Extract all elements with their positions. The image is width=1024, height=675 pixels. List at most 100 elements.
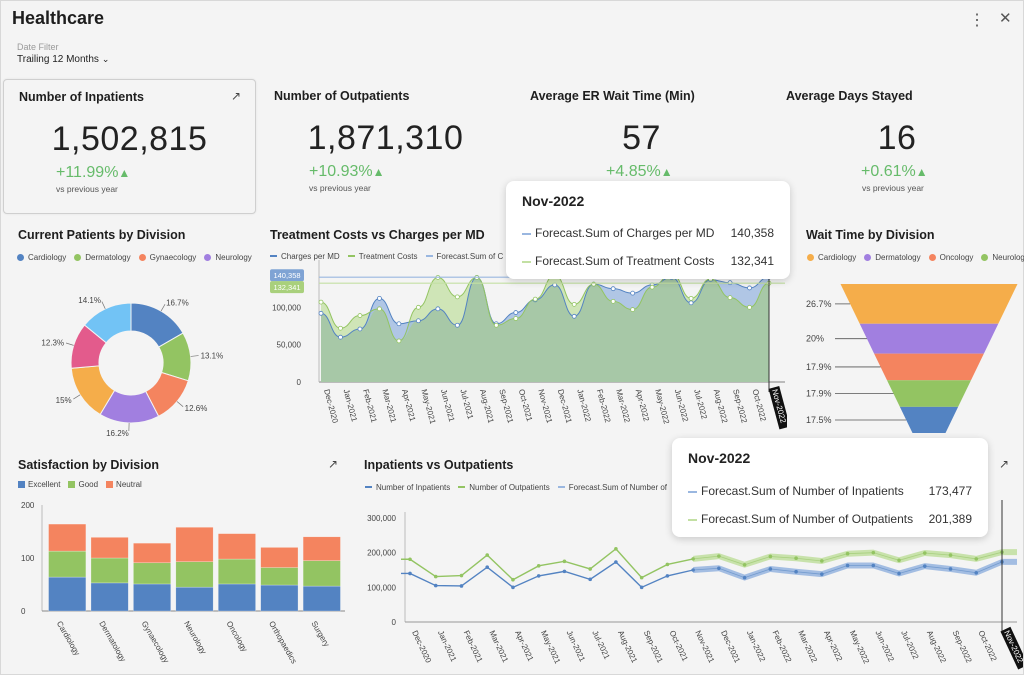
charges-point	[630, 290, 636, 296]
series-swatch	[522, 233, 531, 235]
data-point	[820, 559, 824, 563]
date-filter-dropdown[interactable]: Trailing 12 Months ⌄	[17, 54, 109, 65]
kpi-delta-value: +10.93%	[309, 163, 373, 180]
bar-segment	[90, 557, 129, 584]
kpi-title: Average ER Wait Time (Min)	[530, 89, 695, 103]
data-label: 15%	[56, 396, 72, 405]
charges-point	[688, 300, 694, 306]
funnel-segment	[887, 380, 971, 407]
x-tick-label: Apr-2022	[634, 388, 651, 423]
x-tick: Jun-2022	[873, 629, 895, 664]
x-tick: Apr-2021	[513, 629, 535, 663]
x-tick-label: Sep-2021	[642, 629, 665, 665]
trend-up-icon: ▲	[372, 165, 385, 179]
data-point	[614, 560, 618, 564]
data-point	[639, 575, 644, 580]
data-label: 16.2%	[106, 429, 129, 438]
treatment-costs-point	[532, 296, 538, 302]
data-point	[794, 569, 798, 574]
y-tick-label: 100	[21, 554, 35, 563]
data-point	[588, 577, 592, 582]
kpi-value: 1,502,815	[51, 120, 208, 158]
data-point	[871, 550, 876, 555]
expand-icon[interactable]: ↗	[231, 89, 241, 103]
x-tick-label: Dec-2020	[322, 388, 340, 424]
data-point	[794, 556, 798, 561]
kpi-delta: +11.99%▲	[4, 164, 255, 182]
tooltip-label: Forecast.Sum of Number of Outpatients	[701, 512, 914, 526]
tooltip-title: Nov-2022	[688, 450, 751, 466]
bar-segment	[302, 560, 341, 587]
treatment-costs-point	[318, 299, 324, 305]
x-tick-label: Feb-2021	[462, 629, 485, 664]
close-icon[interactable]: ✕	[999, 9, 1012, 27]
x-tick: Sep-2022	[731, 388, 749, 424]
kpi-delta: +4.85%▲	[515, 163, 768, 181]
data-point	[485, 553, 490, 557]
bar-segment	[260, 547, 299, 568]
kpi-title: Number of Outpatients	[274, 89, 410, 103]
kpi-value: 57	[622, 119, 661, 157]
charges-point	[377, 295, 382, 301]
data-point	[433, 583, 438, 588]
reference-label: 140,358	[273, 271, 300, 280]
x-tick-label: May-2021	[539, 629, 562, 666]
data-point	[897, 571, 901, 576]
charges-point	[357, 326, 363, 332]
y-tick-label: 0	[297, 378, 302, 387]
x-tick: Aug-2021	[616, 629, 639, 665]
data-point	[665, 562, 670, 567]
kpi-card-inpatients[interactable]: Number of Inpatients ↗ 1,502,815 +11.99%…	[3, 79, 256, 214]
charges-point	[396, 321, 402, 327]
data-label: 17.9%	[806, 362, 832, 372]
vertical-dots-icon[interactable]: ⋮	[969, 10, 985, 30]
data-point	[922, 551, 927, 555]
x-tick: Oncology	[225, 620, 250, 654]
bar-segment	[133, 583, 171, 612]
x-tick-label: Jul-2021	[458, 388, 475, 421]
label-leader	[160, 303, 166, 312]
data-point	[691, 568, 695, 572]
y-tick-label: 300,000	[367, 514, 396, 523]
data-point	[536, 574, 541, 578]
data-point	[665, 574, 670, 578]
funnel-segment	[859, 323, 999, 354]
x-tick: Feb-2022	[595, 388, 613, 424]
card-wait-time-by-division[interactable]: Wait Time by Division Cardiology Dermatol…	[791, 218, 1024, 444]
kpi-card-days-stayed[interactable]: Average Days Stayed 16 +0.61%▲ vs previo…	[771, 79, 1023, 214]
x-tick: Nov-2022	[768, 385, 787, 430]
x-tick: Oct-2022	[751, 388, 768, 423]
trend-up-icon: ▲	[915, 165, 928, 179]
kpi-card-outpatients[interactable]: Number of Outpatients 1,871,310 +10.93%▲…	[259, 79, 512, 214]
x-tick-label: Jun-2022	[873, 629, 895, 664]
treatment-costs-point	[357, 313, 363, 318]
treatment-costs-point	[396, 338, 402, 344]
x-tick: May-2021	[419, 388, 437, 425]
data-point	[588, 567, 592, 571]
x-tick: Jan-2022	[745, 629, 767, 664]
x-tick: Jul-2022	[899, 629, 920, 661]
kpi-subtitle: vs previous year	[56, 184, 118, 194]
x-tick: Dec-2021	[556, 388, 574, 424]
label-leader	[190, 355, 199, 357]
y-tick-label: 100,000	[272, 303, 301, 312]
y-tick-label: 100,000	[367, 583, 396, 592]
x-tick-label: Feb-2021	[361, 388, 379, 424]
card-patients-by-division[interactable]: Current Patients by Division Cardiology D…	[3, 218, 418, 444]
x-tick-label: Orthopaedics	[267, 620, 299, 666]
data-point	[948, 567, 953, 571]
card-satisfaction-by-division[interactable]: Satisfaction by Division ↗ Excellent Good…	[3, 448, 352, 674]
label-leader	[176, 401, 184, 407]
kpi-delta-value: +0.61%	[861, 163, 916, 180]
bar-segment	[90, 582, 129, 612]
tooltip-row: Forecast.Sum of Number of Outpatients	[688, 512, 913, 526]
treatment-costs-point	[513, 316, 519, 321]
donut-chart: 16.7% 13.1% 12.6% 16.2% 15% 12.3% 14.1%	[41, 296, 223, 438]
x-tick: Apr-2022	[822, 629, 844, 663]
data-point	[768, 554, 773, 559]
x-tick-label: Jan-2022	[745, 629, 767, 664]
x-tick: Oct-2021	[517, 388, 534, 423]
x-tick: Mar-2021	[487, 629, 510, 664]
treatment-costs-point	[415, 304, 421, 310]
tooltip-row: Forecast.Sum of Charges per MD	[522, 226, 714, 240]
